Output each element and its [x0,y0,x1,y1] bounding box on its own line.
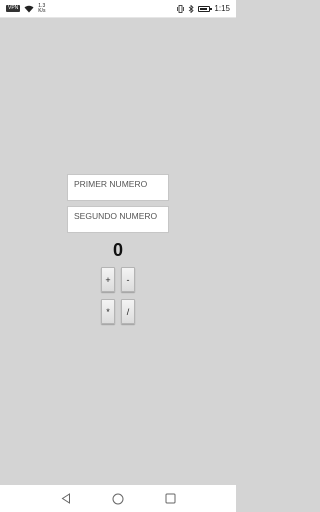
battery-icon [198,5,213,12]
second-number-field[interactable] [67,206,169,233]
battery-fill [200,7,208,10]
wifi-icon [24,5,34,13]
first-number-input[interactable] [74,179,162,189]
first-number-field[interactable] [67,174,169,201]
network-speed-unit: K/s [38,7,46,14]
navigation-bar [0,485,236,512]
vpn-badge: VPN [6,5,21,12]
add-button[interactable]: + [101,267,115,292]
home-icon[interactable] [111,492,125,506]
multiply-button[interactable]: * [101,299,115,324]
vibrate-icon [177,4,185,13]
result-display: 0 [112,240,123,260]
status-bar: VPN 1.3 K/s 1:15 [0,0,236,18]
network-speed: 1.3 K/s [38,3,46,14]
bluetooth-icon [188,4,195,13]
divide-button[interactable]: / [121,299,135,324]
subtract-button[interactable]: - [121,267,135,292]
clock: 1:15 [214,4,230,13]
back-icon[interactable] [59,492,73,506]
calculator-screen: 0 + - * / [0,18,236,485]
recents-icon[interactable] [163,492,177,506]
status-bar-right: 1:15 [177,4,230,13]
status-bar-left: VPN 1.3 K/s [6,3,46,14]
second-number-input[interactable] [74,211,162,221]
